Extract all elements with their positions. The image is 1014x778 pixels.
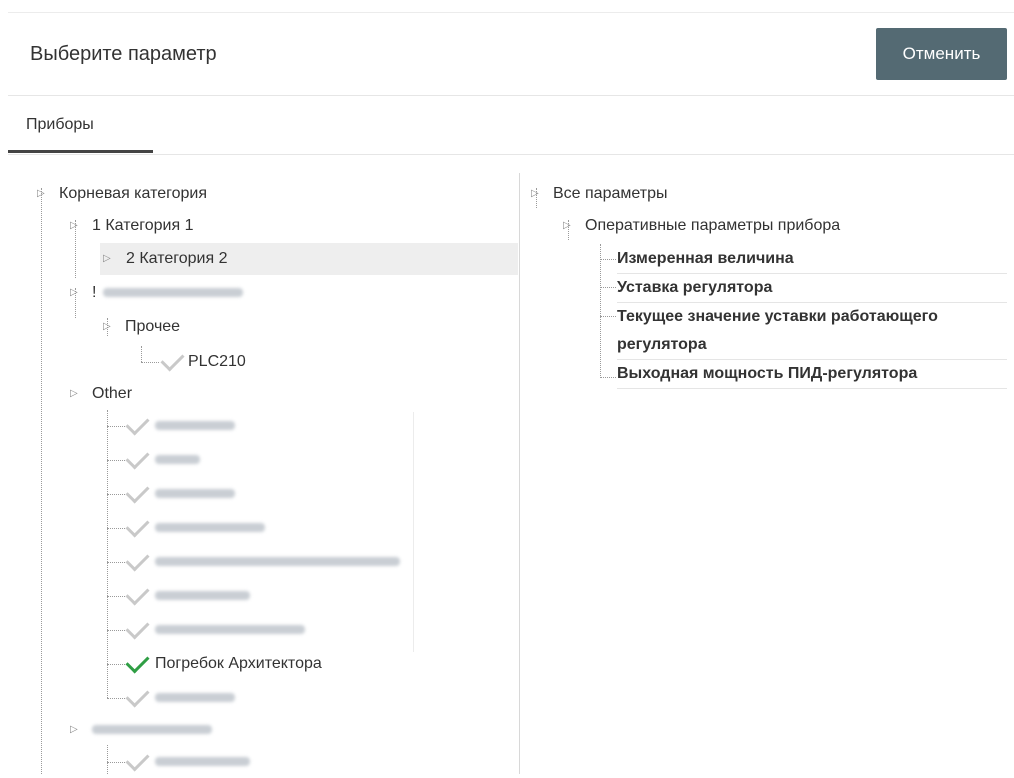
- check-icon: [125, 445, 150, 470]
- tree-node-label: Корневая категория: [59, 185, 208, 202]
- check-icon: [125, 547, 150, 572]
- tree-line: [141, 362, 159, 363]
- triangle-right-icon: ▷: [103, 253, 111, 264]
- tree-node-root[interactable]: ▷ Корневая категория: [37, 178, 207, 210]
- page-title: Выберите параметр: [30, 43, 217, 65]
- tree-node-label: Прочее: [125, 318, 181, 335]
- check-icon: [125, 479, 150, 504]
- param-pid-output-power[interactable]: Выходная мощность ПИД-регулятора: [617, 360, 1007, 389]
- tree-leaf-redacted[interactable]: [107, 580, 250, 612]
- check-icon: [125, 615, 150, 640]
- tree-leaf-redacted[interactable]: [107, 746, 250, 778]
- panel-divider: [519, 173, 520, 774]
- tree-node-all-params[interactable]: ▷ Все параметры: [531, 178, 667, 210]
- tree-node-redacted[interactable]: ▷: [70, 714, 212, 746]
- tree-node-label: 1 Категория 1: [92, 217, 194, 234]
- check-icon: [125, 513, 150, 538]
- tree-line: [107, 494, 125, 495]
- tab-devices[interactable]: Приборы: [8, 96, 153, 153]
- tree-line: [41, 188, 42, 774]
- triangle-right-icon: ▷: [563, 220, 571, 231]
- tree-line: [600, 377, 616, 378]
- triangle-right-icon: ▷: [70, 724, 78, 735]
- triangle-right-icon: ▷: [70, 388, 78, 399]
- redacted-text: [155, 625, 305, 635]
- tree-leaf-redacted[interactable]: [107, 512, 265, 544]
- cancel-button[interactable]: Отменить: [876, 28, 1007, 80]
- tree-leaf-redacted[interactable]: [107, 478, 235, 510]
- triangle-right-icon: ▷: [37, 188, 45, 199]
- tree-node-label: !: [92, 284, 97, 301]
- tree-node-label: Все параметры: [553, 185, 668, 202]
- redacted-text: [155, 757, 250, 767]
- tree-node-label: Оперативные параметры прибора: [585, 217, 841, 234]
- check-icon: [125, 649, 150, 674]
- tree-line: [141, 346, 142, 362]
- param-controller-setpoint[interactable]: Уставка регулятора: [617, 274, 1007, 303]
- tree-leaf-redacted[interactable]: [107, 614, 305, 646]
- dialog-header: Выберите параметр Отменить: [8, 13, 1014, 96]
- check-icon: [160, 347, 185, 372]
- tree-node-category-1[interactable]: ▷ 1 Категория 1: [70, 210, 193, 242]
- tree-line: [107, 664, 125, 665]
- tree-line: [600, 259, 616, 260]
- param-measured-value[interactable]: Измеренная величина: [617, 245, 1007, 274]
- tree-line: [107, 762, 125, 763]
- tree-node-operational-params[interactable]: ▷ Оперативные параметры прибора: [563, 210, 840, 242]
- tree-node-category-2[interactable]: ▷ 2 Категория 2: [100, 243, 518, 275]
- tree-line: [107, 460, 125, 461]
- tree-node-other[interactable]: ▷ Other: [70, 378, 132, 410]
- triangle-right-icon: ▷: [103, 321, 111, 332]
- check-icon: [125, 581, 150, 606]
- tree-leaf-plc210[interactable]: PLC210: [160, 346, 246, 378]
- tree-node-label: 2 Категория 2: [126, 250, 228, 267]
- tree-node-misc[interactable]: ▷ Прочее: [103, 311, 180, 343]
- param-current-setpoint[interactable]: Текущее значение уставки работающего рег…: [617, 303, 1007, 360]
- tree-node-label: Погребок Архитектора: [155, 655, 322, 672]
- redacted-text: [155, 421, 235, 431]
- tree-leaf-redacted[interactable]: [107, 546, 400, 578]
- tree-line: [600, 244, 601, 378]
- tree-line: [107, 630, 125, 631]
- check-icon: [125, 683, 150, 708]
- tab-bar: Приборы: [8, 96, 1014, 155]
- tree-line: [107, 596, 125, 597]
- tree-node-blurred-category[interactable]: ▷ !: [70, 277, 243, 309]
- triangle-right-icon: ▷: [531, 188, 539, 199]
- tree-leaf-redacted[interactable]: [107, 410, 235, 442]
- tree-leaf-redacted[interactable]: [107, 682, 235, 714]
- tab-label: Приборы: [26, 116, 94, 133]
- tree-line: [107, 698, 125, 699]
- redacted-text: [155, 557, 400, 567]
- tree-node-label: PLC210: [188, 353, 246, 370]
- triangle-right-icon: ▷: [70, 220, 78, 231]
- tree-leaf-pogrebok[interactable]: Погребок Архитектора: [107, 648, 322, 680]
- tree-line: [107, 426, 125, 427]
- tree-node-label: Other: [92, 385, 133, 402]
- check-icon: [125, 411, 150, 436]
- tree-leaf-redacted[interactable]: [107, 444, 200, 476]
- tree-line: [600, 316, 616, 317]
- redacted-text: [155, 693, 235, 703]
- redacted-text: [155, 489, 235, 499]
- redacted-text: [102, 288, 243, 298]
- triangle-right-icon: ▷: [70, 287, 78, 298]
- check-icon: [125, 747, 150, 772]
- redacted-text: [155, 523, 265, 533]
- redacted-text: [92, 725, 212, 735]
- tree-line: [107, 528, 125, 529]
- redacted-text: [155, 455, 200, 465]
- redacted-text: [155, 591, 250, 601]
- tree-line: [107, 562, 125, 563]
- scroll-track: [413, 412, 414, 652]
- tree-line: [600, 287, 616, 288]
